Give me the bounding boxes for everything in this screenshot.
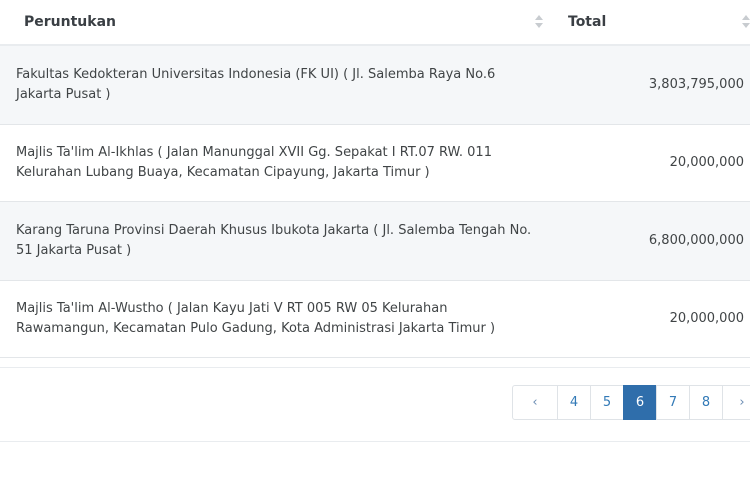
pagination: ‹ 4 5 6 7 8 › — [512, 385, 750, 420]
donation-table-page: Peruntukan Total Fakultas Kedokteran Uni… — [0, 0, 750, 500]
column-header-peruntukan[interactable]: Peruntukan — [24, 0, 116, 44]
cell-peruntukan: Karang Taruna Provinsi Daerah Khusus Ibu… — [16, 223, 532, 258]
table-header: Peruntukan Total — [0, 0, 750, 46]
chevron-left-icon: ‹ — [532, 395, 538, 410]
sort-icon[interactable] — [742, 14, 750, 30]
table-row: Majlis Ta'lim Al-Wustho ( Jalan Kayu Jat… — [0, 281, 750, 358]
table-row: Karang Taruna Provinsi Daerah Khusus Ibu… — [0, 202, 750, 281]
cell-peruntukan: Majlis Ta'lim Al-Ikhlas ( Jalan Manungga… — [16, 145, 492, 180]
pagination-prev-button[interactable]: ‹ — [512, 385, 558, 420]
cell-peruntukan: Majlis Ta'lim Al-Wustho ( Jalan Kayu Jat… — [16, 301, 496, 336]
cell-total: 20,000,000 — [669, 155, 744, 170]
table-row: Fakultas Kedokteran Universitas Indonesi… — [0, 46, 750, 125]
cell-total: 20,000,000 — [669, 311, 744, 326]
page-button-4[interactable]: 4 — [557, 385, 591, 420]
cell-total: 3,803,795,000 — [648, 77, 744, 92]
page-button-5[interactable]: 5 — [590, 385, 624, 420]
sort-icon[interactable] — [535, 14, 543, 30]
table-row: Majlis Ta'lim Al-Ikhlas ( Jalan Manungga… — [0, 125, 750, 202]
pagination-next-button[interactable]: › — [722, 385, 750, 420]
divider — [0, 441, 750, 442]
chevron-right-icon: › — [739, 395, 745, 410]
divider — [0, 367, 750, 368]
column-header-total[interactable]: Total — [568, 0, 606, 44]
page-button-7[interactable]: 7 — [656, 385, 690, 420]
cell-total: 6,800,000,000 — [648, 233, 744, 248]
page-button-6-active[interactable]: 6 — [623, 385, 657, 420]
page-button-8[interactable]: 8 — [689, 385, 723, 420]
cell-peruntukan: Fakultas Kedokteran Universitas Indonesi… — [16, 67, 496, 102]
